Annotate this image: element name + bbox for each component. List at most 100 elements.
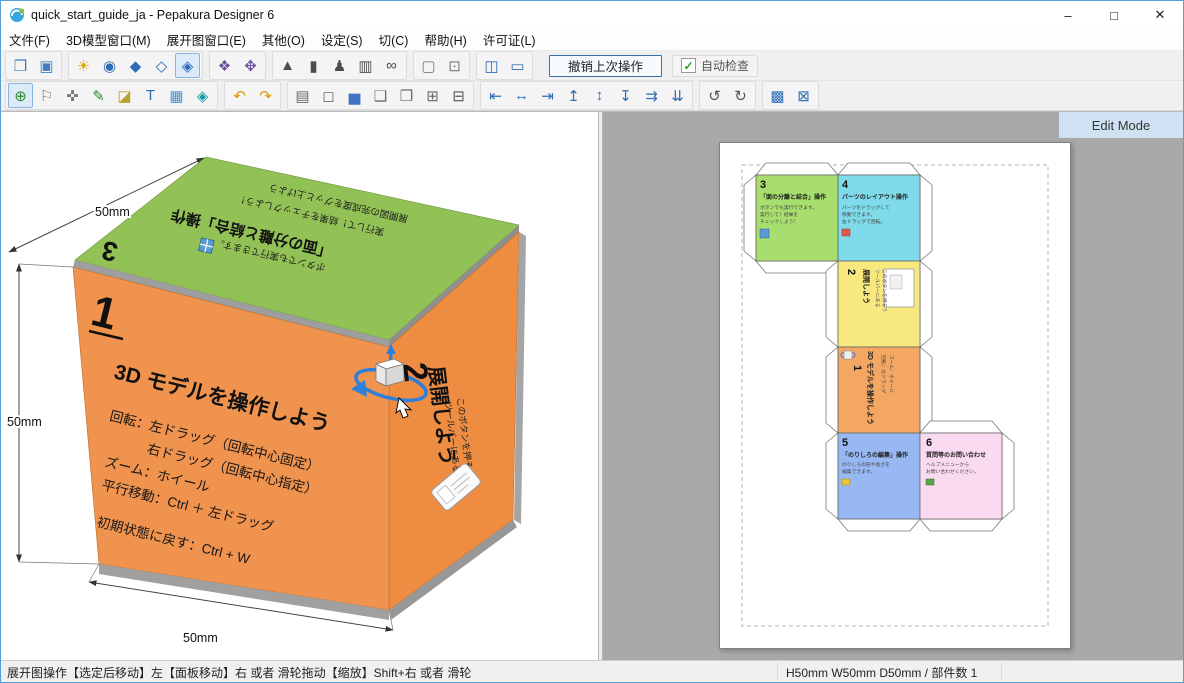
minimize-button[interactable]: – bbox=[1045, 1, 1091, 29]
autocheck-group: ✓ 自动检查 bbox=[672, 54, 759, 77]
pattern-face-3[interactable] bbox=[755, 174, 839, 262]
toolbar-group: ⇤ ↔ ⇥ ↥ ↕ ↧ ⇉ ⇊ bbox=[480, 81, 693, 110]
menu-3d-model-window[interactable]: 3D模型窗口(M) bbox=[58, 28, 159, 51]
distribute-horizontal-icon[interactable]: ⇉ bbox=[639, 83, 664, 108]
print-icon[interactable]: ⊟ bbox=[446, 83, 471, 108]
light-bulb-icon[interactable]: ☀ bbox=[71, 53, 96, 78]
person-display-icon[interactable]: ♟ bbox=[327, 53, 352, 78]
distribute-vertical-icon[interactable]: ⇊ bbox=[665, 83, 690, 108]
pattern-page[interactable]: 3 「面の分離と結合」操作 ボタンでも実行できます。 実行して！結果を チェック… bbox=[719, 142, 1071, 649]
pattern-face-4[interactable] bbox=[837, 174, 921, 262]
menu-cut[interactable]: 切(C) bbox=[371, 28, 417, 51]
menubar: 文件(F) 3D模型窗口(M) 展开图窗口(E) 其他(O) 设定(S) 切(C) 帮助(H… bbox=[1, 29, 1183, 51]
svg-text:ツールバーにある: ツールバーにある bbox=[874, 269, 880, 308]
two-pane-layout-icon[interactable]: ◫ bbox=[479, 53, 504, 78]
pan-icon[interactable]: ✜ bbox=[60, 83, 85, 108]
titlebar: quick_start_guide_ja - Pepakura Designer… bbox=[1, 1, 1183, 29]
wireframe-view-icon[interactable]: ◇ bbox=[149, 53, 174, 78]
monitor-icon[interactable]: ◻ bbox=[316, 83, 341, 108]
menu-help[interactable]: 帮助(H) bbox=[416, 28, 474, 51]
pattern-face-6[interactable] bbox=[919, 432, 1003, 520]
selection-frame-icon[interactable]: ▢ bbox=[416, 53, 441, 78]
document-settings-icon[interactable]: ⊞ bbox=[420, 83, 445, 108]
check-parts-icon[interactable]: ▩ bbox=[765, 83, 790, 108]
columns-icon[interactable]: ▅ bbox=[342, 83, 367, 108]
svg-text:2: 2 bbox=[845, 269, 857, 275]
align-center-vertical-icon[interactable]: ↕ bbox=[587, 83, 612, 108]
svg-text:3D モデルを操作しよう: 3D モデルを操作しよう bbox=[866, 351, 875, 425]
autocheck-label: 自动检查 bbox=[701, 59, 750, 73]
link-display-icon[interactable]: ∞ bbox=[379, 53, 404, 78]
toolbar-group: ◫ ▭ bbox=[476, 51, 533, 80]
svg-text:右ドラッグで回転。: 右ドラッグで回転。 bbox=[842, 218, 885, 225]
svg-text:「のりしろの編集」操作: 「のりしろの編集」操作 bbox=[842, 451, 908, 459]
toolbar-top: ❒ ▣ ☀ ◉ ◆ ◇ ◈ ❖ ✥ ▲ ▮ ♟ ▥ ∞ ▢ ⊡ ◫ ▭ 撤销上次操作 ✓ 自动检查 bbox=[1, 51, 1183, 81]
pane-3d-view[interactable]: 1 3D モデルを操作しよう 回転：左ドラッグ（回転中心固定） 右ドラッグ（回転… bbox=[1, 112, 598, 662]
arrange-parts-icon[interactable]: ⊠ bbox=[791, 83, 816, 108]
pattern-face-5[interactable] bbox=[837, 432, 921, 520]
join-faces-button-icon bbox=[198, 237, 215, 254]
document-export-icon[interactable]: ❒ bbox=[394, 83, 419, 108]
edit-mode-label: Edit Mode bbox=[1059, 112, 1183, 138]
svg-text:「面の分離と結合」操作: 「面の分離と結合」操作 bbox=[760, 193, 826, 201]
image-icon[interactable]: ▦ bbox=[164, 83, 189, 108]
document-icon[interactable]: ❑ bbox=[368, 83, 393, 108]
svg-text:ズーム：ホイール: ズーム：ホイール bbox=[888, 355, 895, 393]
menu-pattern-window[interactable]: 展开图窗口(E) bbox=[159, 28, 254, 51]
selection-settings-icon[interactable]: ⊡ bbox=[442, 53, 467, 78]
svg-text:お問い合わせください。: お問い合わせください。 bbox=[926, 468, 979, 475]
pattern-canvas: 3 「面の分離と結合」操作 ボタンでも実行できます。 実行して！結果を チェック… bbox=[741, 162, 1049, 627]
undo-last-operation-button[interactable]: 撤销上次操作 bbox=[549, 54, 663, 77]
status-separator-2 bbox=[1001, 663, 1002, 680]
svg-text:編集できます。: 編集できます。 bbox=[842, 468, 875, 475]
zoom-icon[interactable]: ⊕ bbox=[8, 83, 33, 108]
align-right-icon[interactable]: ⇥ bbox=[535, 83, 560, 108]
maximize-button[interactable]: □ bbox=[1091, 1, 1137, 29]
single-pane-layout-icon[interactable]: ▭ bbox=[505, 53, 530, 78]
toolbar-group: ▢ ⊡ bbox=[413, 51, 470, 80]
rotate-view-icon[interactable]: ◉ bbox=[97, 53, 122, 78]
status-dimensions: H50mm W50mm D50mm / 部件数 1 bbox=[786, 666, 978, 680]
textured-view-icon[interactable]: ◈ bbox=[175, 53, 200, 78]
pen-icon[interactable]: ✎ bbox=[86, 83, 111, 108]
menu-license[interactable]: 许可证(L) bbox=[475, 28, 544, 51]
fit-view-icon[interactable]: ❖ bbox=[212, 53, 237, 78]
svg-text:パーツのレイアウト操作: パーツのレイアウト操作 bbox=[842, 193, 908, 201]
rotate-left-icon[interactable]: ↺ bbox=[702, 83, 727, 108]
toolbar-group: ⊕ ⚐ ✜ ✎ ◪ T ▦ ◈ bbox=[5, 81, 218, 110]
pane-2d-pattern[interactable]: Edit Mode 3 「面の分離と結合」操作 ボタンでも実行できます。 実行し… bbox=[603, 112, 1183, 662]
status-separator bbox=[777, 663, 778, 680]
main-area: 1 3D モデルを操作しよう 回転：左ドラッグ（回転中心固定） 右ドラッグ（回転… bbox=[1, 111, 1183, 662]
text-icon[interactable]: T bbox=[138, 83, 163, 108]
eraser-icon[interactable]: ◪ bbox=[112, 83, 137, 108]
align-bottom-icon[interactable]: ↧ bbox=[613, 83, 638, 108]
close-button[interactable]: ✕ bbox=[1137, 1, 1183, 29]
menu-settings[interactable]: 设定(S) bbox=[313, 28, 371, 51]
toolbar-group: ▤ ◻ ▅ ❑ ❒ ⊞ ⊟ bbox=[287, 81, 474, 110]
pattern-face-1[interactable] bbox=[837, 346, 921, 434]
svg-text:1: 1 bbox=[851, 365, 863, 371]
rotate-right-icon[interactable]: ↻ bbox=[728, 83, 753, 108]
menu-file[interactable]: 文件(F) bbox=[1, 28, 58, 51]
align-left-icon[interactable]: ⇤ bbox=[483, 83, 508, 108]
toolbar-group: ↺ ↻ bbox=[699, 81, 756, 110]
cube-icon[interactable]: ◈ bbox=[190, 83, 215, 108]
menu-others[interactable]: 其他(O) bbox=[254, 28, 313, 51]
svg-text:6: 6 bbox=[926, 437, 932, 449]
book-icon[interactable]: ▤ bbox=[290, 83, 315, 108]
reset-view-icon[interactable]: ✥ bbox=[238, 53, 263, 78]
align-top-icon[interactable]: ↥ bbox=[561, 83, 586, 108]
shaded-view-icon[interactable]: ◆ bbox=[123, 53, 148, 78]
toolbar-group: ❖ ✥ bbox=[209, 51, 266, 80]
chart-display-icon[interactable]: ▥ bbox=[353, 53, 378, 78]
redo-icon[interactable]: ↷ bbox=[253, 83, 278, 108]
cone-display-icon[interactable]: ▲ bbox=[275, 53, 300, 78]
undo-icon[interactable]: ↶ bbox=[227, 83, 252, 108]
cylinder-display-icon[interactable]: ▮ bbox=[301, 53, 326, 78]
tag-icon[interactable]: ⚐ bbox=[34, 83, 59, 108]
dimension-label-bottom: 50mm bbox=[183, 631, 218, 645]
align-center-horizontal-icon[interactable]: ↔ bbox=[509, 83, 534, 108]
save-file-icon[interactable]: ▣ bbox=[34, 53, 59, 78]
autocheck-checkbox[interactable]: ✓ bbox=[681, 58, 697, 73]
open-file-icon[interactable]: ❒ bbox=[8, 53, 33, 78]
